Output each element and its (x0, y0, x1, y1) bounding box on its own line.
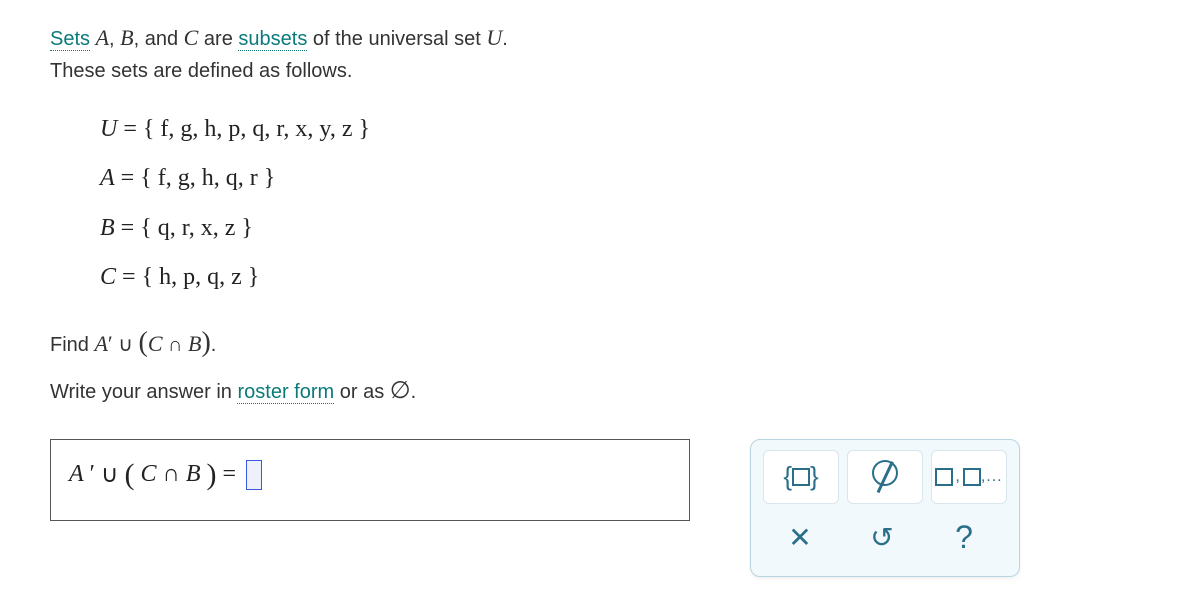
txt: or as (334, 381, 390, 403)
brace-left-icon: { (783, 461, 792, 492)
ans-prime: ′ (90, 461, 95, 488)
var-B: B (120, 25, 133, 50)
txt: . (502, 28, 508, 50)
answer-box: A′ ∪ (C ∩ B) = (50, 439, 690, 521)
expr-C: C (148, 331, 163, 356)
ans-B: B (186, 461, 201, 488)
txt: , (109, 28, 120, 50)
var-U: U (486, 25, 502, 50)
ans-inter: ∩ (163, 461, 180, 488)
ans-equals: = (223, 461, 237, 488)
subsets-link[interactable]: subsets (238, 28, 307, 51)
def-C: C = { h, p, q, z } (100, 253, 1046, 302)
txt: are (198, 28, 238, 50)
def-U: U = { f, g, h, p, q, r, x, y, z } (100, 105, 1046, 154)
expr-lparen: ( (139, 327, 148, 358)
find-line: Find A′ ∪ (C ∩ B). (50, 316, 1046, 369)
roster-form-link[interactable]: roster form (237, 381, 334, 404)
txt: . (411, 381, 417, 403)
undo-icon: ↺ (870, 521, 893, 554)
expr-period: . (211, 334, 217, 356)
expr-B: B (188, 331, 201, 356)
ans-lparen: ( (125, 458, 135, 492)
def-B: B = { q, r, x, z } (100, 204, 1046, 253)
empty-set-icon (872, 460, 898, 493)
placeholder-square-icon (935, 468, 953, 486)
sets-link[interactable]: Sets (50, 28, 90, 51)
clear-button[interactable]: ✕ (763, 512, 837, 564)
toolbox: {} ,,... ✕ ↺ ? (750, 439, 1020, 577)
expr-inter: ∩ (163, 334, 189, 356)
question-icon: ? (955, 519, 973, 556)
placeholder-square-icon (963, 468, 981, 486)
ans-union: ∪ (101, 460, 119, 489)
expr-union: ∪ (113, 334, 139, 356)
txt: , and (134, 28, 184, 50)
answer-input[interactable] (246, 460, 262, 490)
def-A: A = { f, g, h, q, r } (100, 154, 1046, 203)
list-tail: ,... (981, 468, 1003, 486)
reset-button[interactable]: ↺ (845, 512, 919, 564)
placeholder-square-icon (792, 468, 810, 486)
expr-A: A (94, 331, 107, 356)
ans-C: C (141, 461, 157, 488)
var-A: A (96, 25, 109, 50)
txt: of the universal set (307, 28, 486, 50)
close-icon: ✕ (788, 521, 811, 554)
intro-line-2: These sets are defined as follows. (50, 55, 1046, 87)
empty-set-symbol: ∅ (390, 378, 411, 404)
ans-A: A (69, 461, 84, 488)
write-line: Write your answer in roster form or as ∅… (50, 369, 1046, 415)
var-C: C (184, 25, 199, 50)
set-definitions: U = { f, g, h, p, q, r, x, y, z } A = { … (50, 87, 1046, 316)
brace-right-icon: } (810, 461, 819, 492)
expr-rparen: ) (201, 327, 210, 358)
help-button[interactable]: ? (927, 512, 1001, 564)
ans-rparen: ) (207, 458, 217, 492)
txt: Write your answer in (50, 381, 237, 403)
txt: Find (50, 334, 94, 356)
list-button[interactable]: ,,... (931, 450, 1007, 504)
set-braces-button[interactable]: {} (763, 450, 839, 504)
intro-line-1: Sets A, B, and C are subsets of the univ… (50, 20, 1046, 55)
empty-set-button[interactable] (847, 450, 923, 504)
